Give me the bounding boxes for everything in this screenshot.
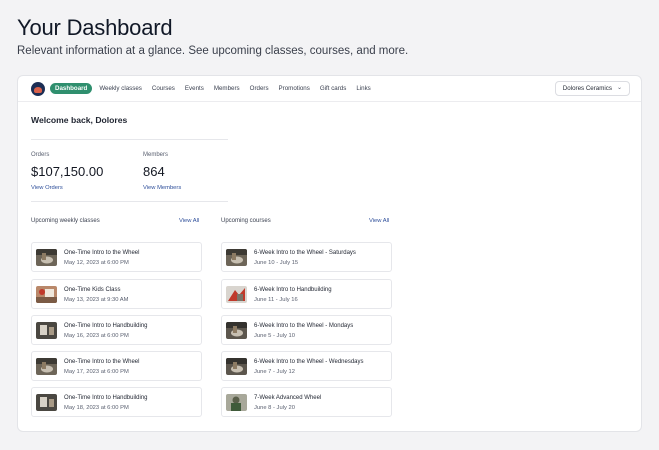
course-title: 7-Week Advanced Wheel [254,395,322,401]
nav-item-courses[interactable]: Courses [152,83,175,94]
orders-value: $107,150.00 [31,164,104,179]
course-dates: June 11 - July 16 [254,297,298,303]
class-item[interactable]: One-Time Intro to the Wheel May 17, 2023… [31,351,202,381]
org-selector[interactable]: Dolores Ceramics ⌄ [554,81,630,96]
class-item[interactable]: One-Time Intro to Handbuilding May 18, 2… [31,387,202,417]
classes-heading: Upcoming weekly classes [31,218,100,224]
class-title: One-Time Intro to Handbuilding [64,395,148,401]
nav-item-promotions[interactable]: Promotions [279,83,310,94]
wheel-thumb-icon [226,358,247,375]
page-subtitle: Relevant information at a glance. See up… [17,45,409,57]
nav-item-members[interactable]: Members [214,83,240,94]
handbuilding-thumb-icon [226,286,247,303]
org-selector-label: Dolores Ceramics [562,85,612,92]
members-label: Members [143,152,169,158]
course-dates: June 8 - July 20 [254,405,295,411]
class-date: May 18, 2023 at 6:00 PM [64,405,129,411]
top-nav: Dashboard Weekly classes Courses Events … [18,76,641,102]
orders-label: Orders [31,152,50,158]
courses-heading: Upcoming courses [221,218,271,224]
course-item[interactable]: 6-Week Intro to Handbuilding June 11 - J… [221,279,392,309]
nav-item-links[interactable]: Links [356,83,370,94]
course-dates: June 7 - July 12 [254,369,295,375]
nav-item-weekly-classes[interactable]: Weekly classes [99,83,142,94]
divider [31,139,228,140]
chevron-down-icon: ⌄ [616,85,622,91]
divider [31,201,228,202]
handbuilding-thumb-icon [36,322,57,339]
course-title: 6-Week Intro to the Wheel - Saturdays [254,250,356,256]
nav-item-dashboard[interactable]: Dashboard [50,83,93,94]
course-title: 6-Week Intro to the Wheel - Wednesdays [254,359,364,365]
class-date: May 16, 2023 at 6:00 PM [64,333,129,339]
studio-logo-icon[interactable] [31,82,45,96]
class-item[interactable]: One-Time Intro to Handbuilding May 16, 2… [31,315,202,345]
class-item[interactable]: One-Time Intro to the Wheel May 12, 2023… [31,242,202,272]
course-item[interactable]: 6-Week Intro to the Wheel - Saturdays Ju… [221,242,392,272]
course-item[interactable]: 6-Week Intro to the Wheel - Wednesdays J… [221,351,392,381]
course-dates: June 5 - July 10 [254,333,295,339]
nav-items: Dashboard Weekly classes Courses Events … [50,83,381,94]
advanced-wheel-thumb-icon [226,394,247,411]
class-item[interactable]: One-Time Kids Class May 13, 2023 at 9:30… [31,279,202,309]
members-value: 864 [143,164,165,179]
course-title: 6-Week Intro to Handbuilding [254,287,332,293]
nav-item-orders[interactable]: Orders [250,83,269,94]
course-item[interactable]: 6-Week Intro to the Wheel - Mondays June… [221,315,392,345]
courses-view-all-link[interactable]: View All [369,218,389,224]
welcome-heading: Welcome back, Dolores [31,115,128,125]
view-members-link[interactable]: View Members [143,185,181,191]
dashboard-card: Dashboard Weekly classes Courses Events … [17,75,642,432]
handbuilding-thumb-icon [36,394,57,411]
class-title: One-Time Intro to the Wheel [64,250,140,256]
class-date: May 13, 2023 at 9:30 AM [64,297,129,303]
nav-item-gift-cards[interactable]: Gift cards [320,83,346,94]
wheel-thumb-icon [36,249,57,266]
wheel-thumb-icon [226,249,247,266]
wheel-thumb-icon [36,358,57,375]
wheel-thumb-icon [226,322,247,339]
class-date: May 17, 2023 at 6:00 PM [64,369,129,375]
course-dates: June 10 - July 15 [254,260,299,266]
class-date: May 12, 2023 at 6:00 PM [64,260,129,266]
view-orders-link[interactable]: View Orders [31,185,63,191]
class-title: One-Time Intro to Handbuilding [64,323,148,329]
class-title: One-Time Intro to the Wheel [64,359,140,365]
course-title: 6-Week Intro to the Wheel - Mondays [254,323,354,329]
course-item[interactable]: 7-Week Advanced Wheel June 8 - July 20 [221,387,392,417]
kids-thumb-icon [36,286,57,303]
class-title: One-Time Kids Class [64,287,121,293]
page-title: Your Dashboard [17,15,173,40]
nav-item-events[interactable]: Events [185,83,204,94]
classes-view-all-link[interactable]: View All [179,218,199,224]
